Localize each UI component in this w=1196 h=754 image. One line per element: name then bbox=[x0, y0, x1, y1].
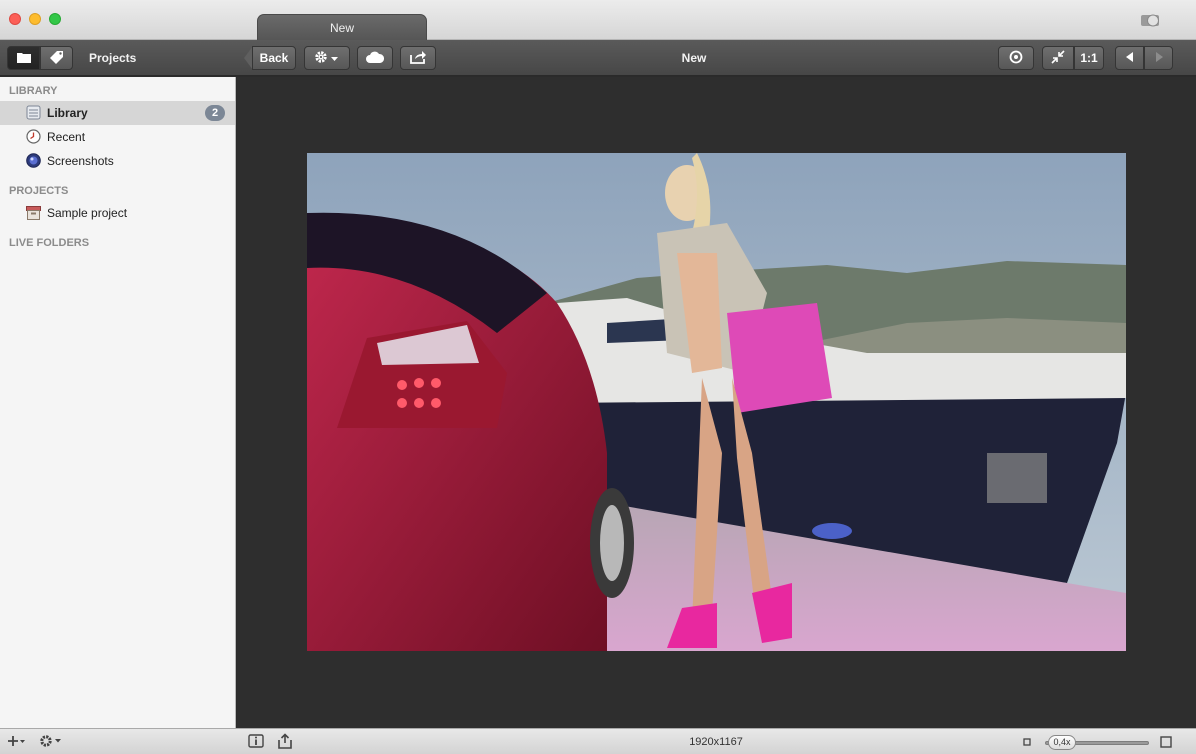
folder-icon bbox=[16, 51, 31, 66]
zoom-slider-knob[interactable]: 0,4x bbox=[1048, 735, 1077, 750]
actual-size-label: 1:1 bbox=[1080, 51, 1098, 65]
cloud-icon bbox=[366, 51, 385, 66]
share-icon bbox=[409, 50, 427, 67]
close-window-button[interactable] bbox=[9, 13, 21, 25]
document-tab-label: New bbox=[329, 21, 354, 35]
library-icon bbox=[26, 105, 41, 120]
triangle-right-icon bbox=[1155, 51, 1163, 65]
clock-icon bbox=[26, 129, 41, 144]
back-button[interactable]: Back bbox=[252, 46, 296, 70]
sidebar-item-label: Library bbox=[47, 106, 88, 120]
focus-target-button[interactable] bbox=[998, 46, 1034, 70]
toolbar: Projects Back New 1:1 bbox=[0, 40, 1196, 76]
image-dimensions: 1920x1167 bbox=[689, 736, 743, 748]
sidebar-item-recent[interactable]: Recent bbox=[0, 125, 235, 149]
zoom-in-icon[interactable] bbox=[1160, 734, 1172, 750]
live-folders-section-heading: LIVE FOLDERS bbox=[9, 237, 90, 249]
screenshots-icon bbox=[26, 153, 41, 168]
actions-menu-button[interactable] bbox=[304, 46, 350, 70]
image-viewer[interactable] bbox=[237, 77, 1196, 728]
fullscreen-toggle-icon[interactable] bbox=[1140, 13, 1162, 27]
count-badge: 2 bbox=[205, 105, 225, 121]
document-tab[interactable]: New bbox=[257, 14, 427, 40]
shrink-arrows-icon bbox=[1051, 49, 1065, 67]
tag-icon bbox=[49, 50, 64, 67]
chevron-down-icon bbox=[331, 51, 339, 65]
triangle-left-icon bbox=[1125, 51, 1134, 65]
library-section-heading: LIBRARY bbox=[9, 85, 58, 97]
projects-section-heading: PROJECTS bbox=[9, 185, 69, 197]
target-icon bbox=[1009, 50, 1023, 67]
cloud-upload-button[interactable] bbox=[357, 46, 393, 70]
next-image-button[interactable] bbox=[1144, 46, 1173, 70]
preview-image[interactable] bbox=[307, 153, 1126, 651]
title-bar: New bbox=[0, 0, 1196, 40]
fit-to-window-button[interactable] bbox=[1042, 46, 1074, 70]
back-button-label: Back bbox=[259, 51, 289, 65]
zoom-window-button[interactable] bbox=[49, 13, 61, 25]
actual-size-button[interactable]: 1:1 bbox=[1074, 46, 1104, 70]
sidebar-item-label: Recent bbox=[47, 130, 86, 144]
zoom-level-label: 0,4x bbox=[1053, 737, 1071, 747]
sidebar-item-screenshots[interactable]: Screenshots bbox=[0, 149, 235, 173]
project-box-icon bbox=[26, 206, 41, 221]
sidebar-item-label: Sample project bbox=[47, 206, 128, 220]
zoom-out-icon[interactable] bbox=[1023, 734, 1031, 750]
status-bar: 1920x1167 0,4x bbox=[0, 728, 1196, 754]
sidebar-item-label: Screenshots bbox=[47, 154, 114, 168]
minimize-window-button[interactable] bbox=[29, 13, 41, 25]
sidebar-item-sample-project[interactable]: Sample project bbox=[0, 201, 235, 225]
gear-icon bbox=[315, 50, 331, 67]
folders-view-button[interactable] bbox=[7, 46, 40, 70]
projects-heading: Projects bbox=[89, 51, 137, 65]
sidebar: LIBRARY Library 2 Recent Screenshots PRO… bbox=[0, 77, 236, 728]
previous-image-button[interactable] bbox=[1115, 46, 1144, 70]
tags-view-button[interactable] bbox=[40, 46, 73, 70]
share-button[interactable] bbox=[400, 46, 436, 70]
sidebar-item-library[interactable]: Library 2 bbox=[0, 101, 235, 125]
